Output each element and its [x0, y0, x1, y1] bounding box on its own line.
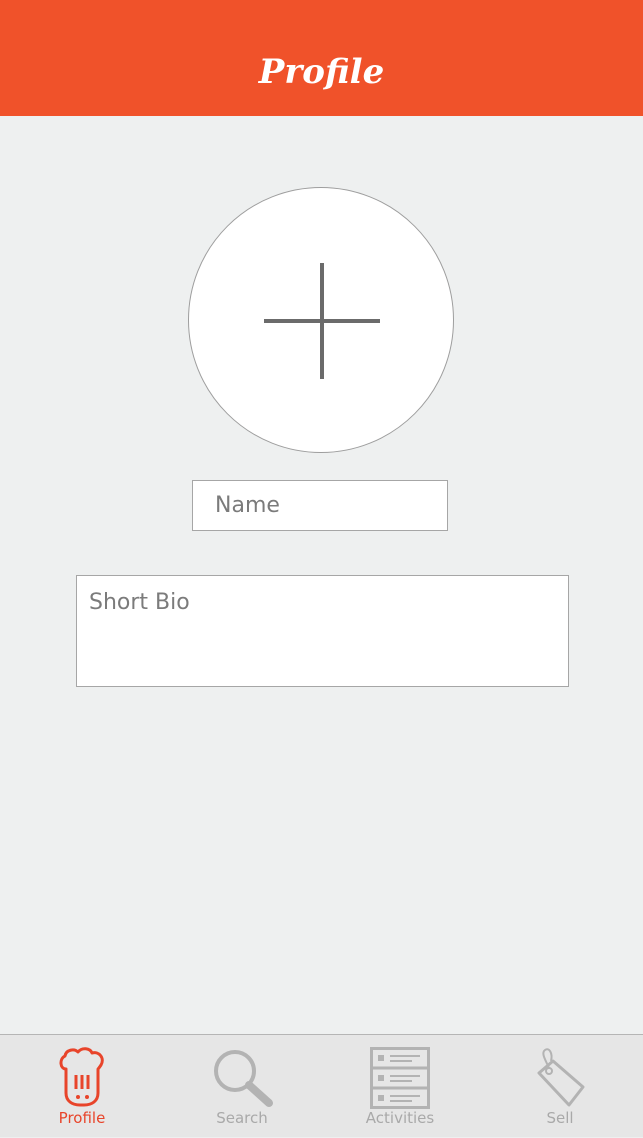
name-input[interactable] — [192, 480, 448, 531]
chef-hat-icon — [59, 1047, 104, 1107]
tab-activities[interactable]: Activities — [340, 1035, 460, 1138]
tab-profile-label: Profile — [58, 1109, 106, 1127]
price-tag-icon — [537, 1048, 585, 1107]
tab-search[interactable]: Search — [182, 1035, 302, 1138]
short-bio-textarea[interactable] — [76, 575, 569, 687]
tab-sell-label: Sell — [546, 1109, 574, 1127]
tab-activities-label: Activities — [365, 1109, 435, 1127]
page-title: Profile — [258, 52, 385, 92]
add-photo-button[interactable] — [188, 187, 454, 453]
tab-profile[interactable]: Profile — [22, 1035, 142, 1138]
list-icon — [370, 1047, 430, 1109]
bottom-tab-bar: Profile Search Activities Sell — [0, 1034, 643, 1137]
tab-sell[interactable]: Sell — [500, 1035, 620, 1138]
app-header: Profile — [0, 0, 643, 116]
tab-search-label: Search — [216, 1109, 268, 1127]
magnifier-icon — [214, 1050, 273, 1107]
plus-icon — [264, 263, 380, 379]
